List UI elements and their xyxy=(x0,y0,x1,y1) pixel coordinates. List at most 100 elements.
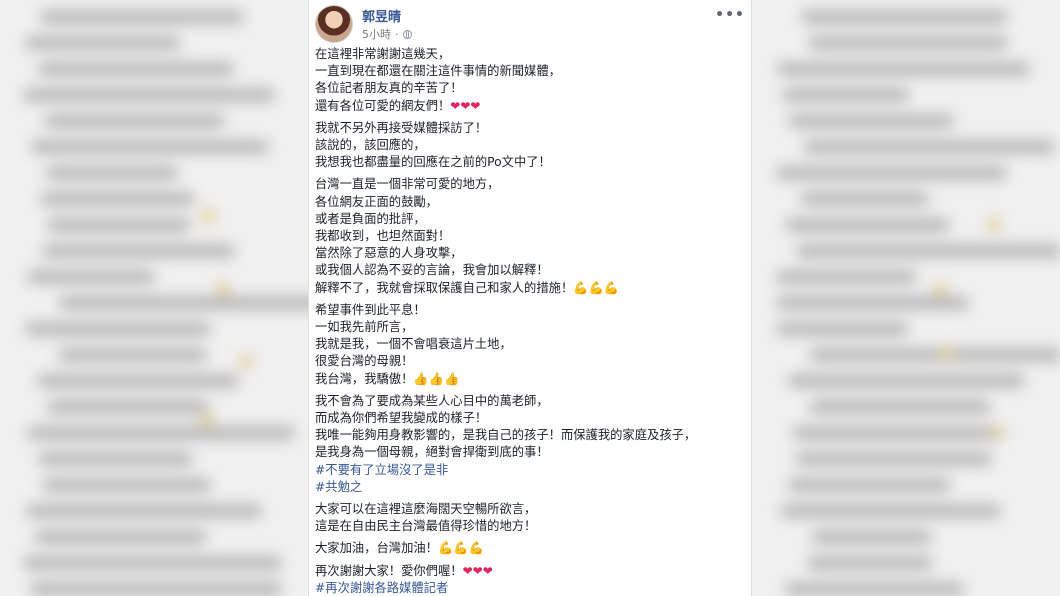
post-text-line: 一直到現在都還在關注這件事情的新聞媒體， xyxy=(315,64,561,79)
blurred-text-line xyxy=(803,140,1055,154)
post-meta: 5小時 · xyxy=(362,26,412,42)
blurred-text-line xyxy=(39,192,196,206)
hashtag-link[interactable]: #再次謝謝各路媒體記者 xyxy=(315,580,743,596)
blurred-text-line xyxy=(36,374,240,388)
blurred-text-line xyxy=(810,530,933,544)
blurred-text-line xyxy=(24,322,212,336)
post-text-line: 這是在自由民主台灣最值得珍惜的地方！ xyxy=(315,519,537,534)
post-text: 解釋不了，我就會採取保護自己和家人的措施！ xyxy=(315,280,574,295)
blurred-background-left xyxy=(0,0,308,596)
meta-separator: · xyxy=(395,27,399,41)
blurred-text-line xyxy=(796,244,1060,258)
blurred-text-line xyxy=(37,62,234,76)
blurred-text-line xyxy=(29,582,283,596)
blurred-text-line xyxy=(792,426,1006,440)
flex-emoji-icon: 💪💪💪 xyxy=(437,541,484,556)
post-text-line: 各位記者朋友真的辛苦了！ xyxy=(315,81,463,96)
post-text-line: 還有各位可愛的網友們！❤❤❤ xyxy=(315,98,743,115)
post-text-line: 我都收到，也坦然面對！ xyxy=(315,229,451,244)
more-options-icon[interactable]: ••• xyxy=(715,7,745,23)
facebook-post: 郭昱晴 5小時 · ••• 在這裡非常謝謝這幾天， 一直到現在都還在關注這件事情的… xyxy=(308,0,752,596)
post-text-line: 我台灣，我驕傲！👍👍👍 xyxy=(315,371,743,388)
blurred-emoji-icon xyxy=(989,424,1004,439)
blurred-text-line xyxy=(23,556,283,570)
post-paragraph: 大家加油，台灣加油！💪💪💪 xyxy=(315,540,743,557)
blurred-text-line xyxy=(23,88,275,102)
blurred-text-line xyxy=(41,478,212,492)
blurred-emoji-icon xyxy=(238,355,253,370)
blurred-text-line xyxy=(27,270,155,284)
post-text-line: 大家加油，台灣加油！💪💪💪 xyxy=(315,540,743,557)
post-text: 大家加油，台灣加油！ xyxy=(315,541,438,556)
blurred-text-line xyxy=(31,140,269,154)
post-text: 再次謝謝大家！愛你們喔！ xyxy=(315,563,463,578)
post-text-line: 大家可以在這裡這麼海闊天空暢所欲言， xyxy=(315,502,537,517)
blurred-text-line xyxy=(787,374,1025,388)
heart-emoji-icon: ❤❤❤ xyxy=(450,98,481,113)
blurred-text-line xyxy=(775,270,918,284)
author-name[interactable]: 郭昱晴 xyxy=(362,6,401,25)
blurred-text-line xyxy=(782,88,910,102)
heart-emoji-icon: ❤❤❤ xyxy=(462,563,493,578)
hashtag-link[interactable]: #不要有了立場沒了是非 xyxy=(315,462,743,479)
post-text-line: 解釋不了，我就會採取保護自己和家人的措施！💪💪💪 xyxy=(315,280,743,297)
blurred-text-line xyxy=(780,504,1002,518)
post-text-line: 或我個人認為不妥的言論，我會加以解釋！ xyxy=(315,263,549,278)
blurred-text-line xyxy=(808,400,992,414)
blurred-text-line xyxy=(799,192,930,206)
blurred-emoji-icon xyxy=(200,412,215,427)
blurred-text-line xyxy=(46,166,178,180)
blurred-emoji-icon xyxy=(216,282,231,297)
post-text-line: 再次謝謝大家！愛你們喔！❤❤❤ xyxy=(315,563,743,580)
flex-emoji-icon: 💪💪💪 xyxy=(573,280,620,295)
blurred-text-line xyxy=(788,114,954,128)
blurred-emoji-icon xyxy=(940,344,955,359)
post-text-line: 我不會為了要成為某些人心目中的萬老師， xyxy=(315,393,549,408)
post-text-line: 該說的，該回應的， xyxy=(315,138,426,153)
post-text-line: 我就是我，一個不會唱衰這片土地， xyxy=(315,337,512,352)
blurred-emoji-icon xyxy=(201,209,216,224)
post-paragraph: 希望事件到此平息！ 一如我先前所言， 我就是我，一個不會唱衰這片土地， 很愛台灣的母親… xyxy=(315,302,743,388)
blurred-text-line xyxy=(808,348,1060,362)
blurred-text-line xyxy=(46,400,209,414)
blurred-emoji-icon xyxy=(932,283,947,298)
post-text-line: 希望事件到此平息！ xyxy=(315,302,426,317)
post-body: 在這裡非常謝謝這幾天， 一直到現在都還在關注這件事情的新聞媒體， 各位記者朋友真的辛… xyxy=(315,46,743,596)
post-paragraph: 再次謝謝大家！愛你們喔！❤❤❤#再次謝謝各路媒體記者#簡單Po出對話 xyxy=(315,563,743,596)
post-timestamp[interactable]: 5小時 xyxy=(362,26,391,42)
blurred-text-line xyxy=(801,10,1008,24)
post-text-line: 在這裡非常謝謝這幾天， xyxy=(315,47,451,61)
thumb-emoji-icon: 👍👍👍 xyxy=(413,371,460,386)
post-text-line: 各位網友正面的鼓勵， xyxy=(315,194,438,209)
post-text-line: 一如我先前所言， xyxy=(315,320,414,335)
post-text: 我台灣，我驕傲！ xyxy=(315,371,414,386)
blurred-text-line xyxy=(795,452,992,466)
blurred-text-line xyxy=(46,218,191,232)
globe-icon[interactable] xyxy=(402,29,412,39)
post-text-line: 我想我也都盡量的回應在之前的Po文中了！ xyxy=(315,155,551,170)
blurred-text-line xyxy=(58,348,207,362)
blurred-text-line xyxy=(42,244,236,258)
post-paragraph: 在這裡非常謝謝這幾天， 一直到現在都還在關注這件事情的新聞媒體， 各位記者朋友真的辛… xyxy=(315,46,743,115)
blurred-text-line xyxy=(37,452,193,466)
blurred-text-line xyxy=(775,296,969,310)
blurred-text-line xyxy=(26,426,295,440)
blurred-text-line xyxy=(24,36,182,50)
post-text-line: 而成為你們希望我變成的樣子！ xyxy=(315,411,488,426)
blurred-text-line xyxy=(776,322,910,336)
post-paragraph: 我就不另外再接受媒體採訪了！ 該說的，該回應的， 我想我也都盡量的回應在之前的Po文… xyxy=(315,120,743,172)
post-text: 還有各位可愛的網友們！ xyxy=(315,98,451,113)
blurred-text-line xyxy=(34,530,207,544)
post-text-line: 是我身為一個母親，絕對會捍衛到底的事！ xyxy=(315,445,549,460)
blurred-text-line xyxy=(39,10,244,24)
blurred-text-line xyxy=(43,114,226,128)
post-paragraph: 我不會為了要成為某些人心目中的萬老師， 而成為你們希望我變成的樣子！ 我唯一能夠用身… xyxy=(315,393,743,496)
blurred-text-line xyxy=(57,296,308,310)
blurred-text-line xyxy=(785,582,964,596)
hashtag-link[interactable]: #共勉之 xyxy=(315,479,743,496)
blurred-text-line xyxy=(776,166,1008,180)
post-header: 郭昱晴 5小時 · ••• xyxy=(315,5,745,45)
post-paragraph: 台灣一直是一個非常可愛的地方， 各位網友正面的鼓勵， 或者是負面的批評， 我都收到，也… xyxy=(315,176,743,296)
avatar[interactable] xyxy=(315,5,353,43)
post-text-line: 我就不另外再接受媒體採訪了！ xyxy=(315,120,488,135)
